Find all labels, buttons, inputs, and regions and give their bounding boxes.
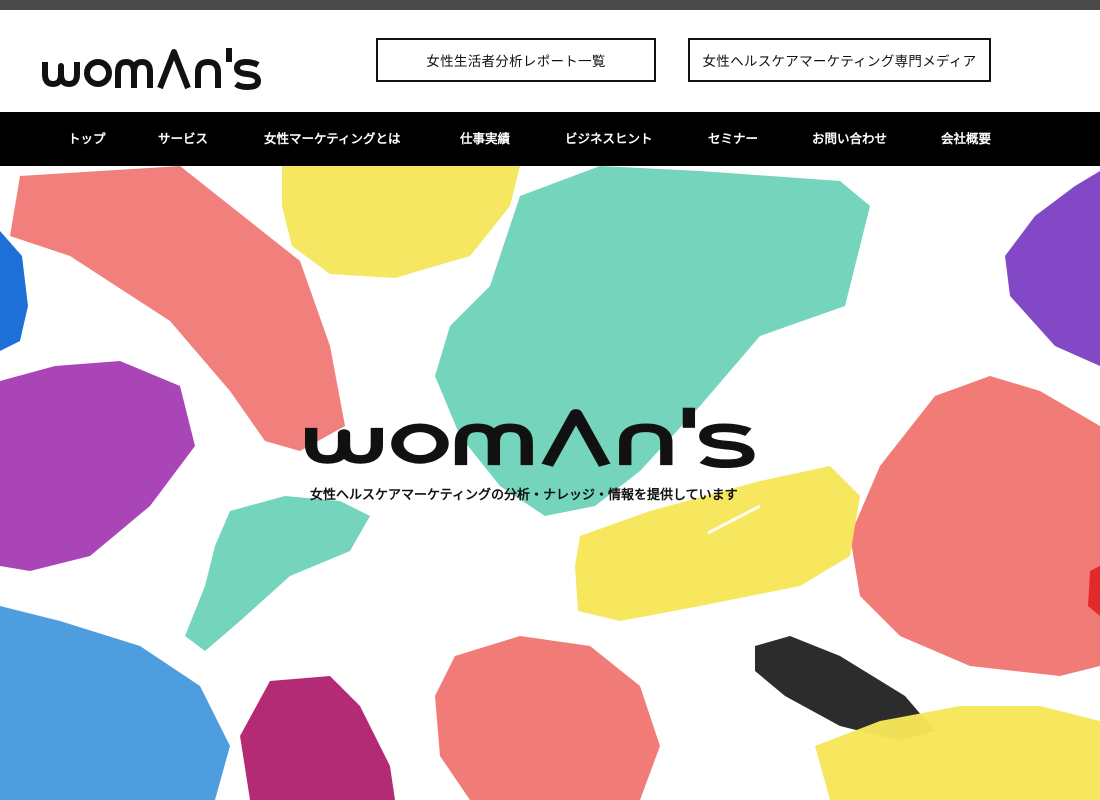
nav-item-service[interactable]: サービス	[158, 112, 208, 166]
window-top-bar	[0, 0, 1100, 10]
paint-stroke	[282, 166, 520, 278]
nav-item-about-women-marketing[interactable]: 女性マーケティングとは	[264, 112, 401, 166]
hero-tagline: 女性ヘルスケアマーケティングの分析・ナレッジ・情報を提供しています	[310, 488, 738, 503]
healthcare-media-button[interactable]: 女性ヘルスケアマーケティング専門メディア	[688, 38, 991, 82]
paint-stroke	[0, 231, 28, 351]
hero-banner: 女性ヘルスケアマーケティングの分析・ナレッジ・情報を提供しています	[0, 166, 1100, 800]
paint-stroke	[435, 636, 660, 800]
paint-stroke	[240, 676, 395, 800]
nav-item-works[interactable]: 仕事実績	[460, 112, 510, 166]
paint-stroke	[850, 376, 1100, 676]
main-nav: トップ サービス 女性マーケティングとは 仕事実績 ビジネスヒント セミナー お…	[0, 112, 1100, 166]
watercolor-background	[0, 166, 1100, 800]
site-header: 女性生活者分析レポート一覧 女性ヘルスケアマーケティング専門メディア	[0, 10, 1100, 112]
site-logo[interactable]	[42, 44, 288, 90]
paint-stroke	[185, 496, 370, 651]
nav-item-contact[interactable]: お問い合わせ	[812, 112, 887, 166]
report-list-button[interactable]: 女性生活者分析レポート一覧	[376, 38, 656, 82]
paint-stroke	[1005, 171, 1100, 366]
nav-item-seminar[interactable]: セミナー	[708, 112, 758, 166]
hero-logo	[305, 407, 755, 468]
paint-stroke	[0, 361, 195, 571]
nav-item-top[interactable]: トップ	[68, 112, 106, 166]
nav-item-company[interactable]: 会社概要	[941, 112, 991, 166]
nav-item-business-hints[interactable]: ビジネスヒント	[565, 112, 653, 166]
